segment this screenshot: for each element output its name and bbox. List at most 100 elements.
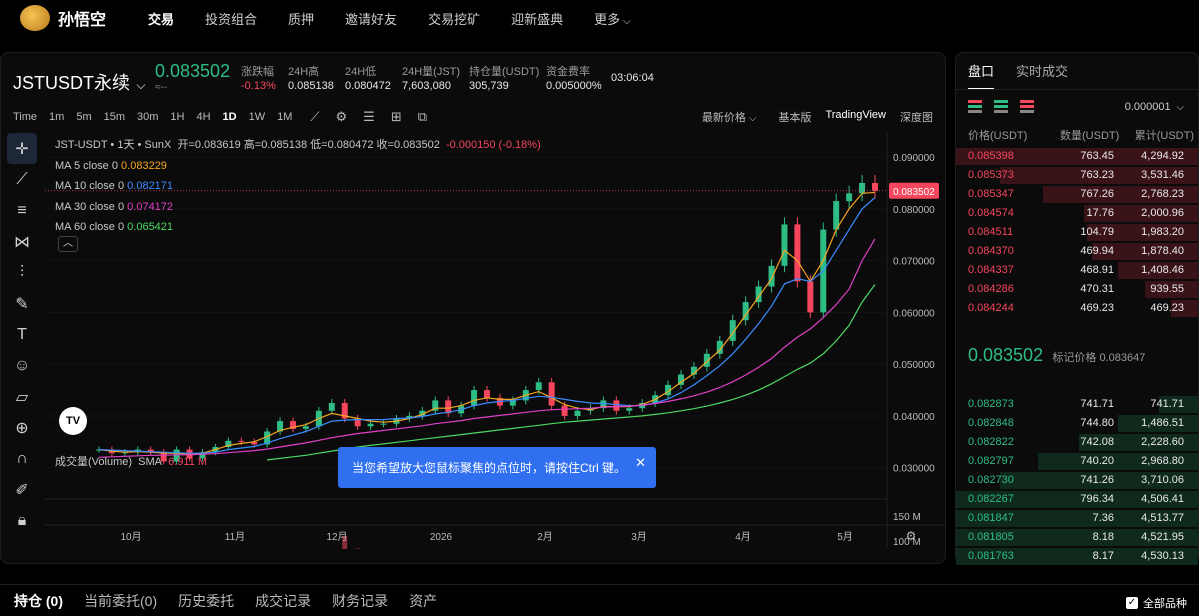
timeframe-1w[interactable]: 1W — [249, 111, 266, 123]
countdown: 03:06:04 — [611, 71, 654, 85]
timeframe-1h[interactable]: 1H — [170, 111, 184, 123]
row-amount: 742.08 — [1080, 436, 1114, 448]
precision-value: 0.000001 — [1124, 101, 1171, 113]
orderbook-row[interactable]: 0.084370 469.94 1,878.40 — [956, 242, 1198, 261]
row-amount: 17.76 — [1086, 207, 1114, 219]
tradingview-logo[interactable]: TV — [59, 407, 87, 435]
nav-item[interactable]: 投资组合 — [205, 9, 257, 28]
timeframe-1m[interactable]: 1m — [49, 111, 64, 123]
view-tab[interactable]: 基本版 — [778, 109, 811, 125]
orderbook-row[interactable]: 0.081763 8.17 4,530.13 — [956, 547, 1198, 566]
orderbook-row[interactable]: 0.085398 763.45 4,294.92 — [956, 147, 1198, 166]
chevron-down-icon: ⌵ — [623, 15, 631, 27]
orderbook-row[interactable]: 0.082822 742.08 2,228.60 — [956, 433, 1198, 452]
fib-icon[interactable]: ⫶ — [7, 257, 37, 288]
both-sides-icon[interactable] — [968, 100, 982, 114]
ma-value: 0.074172 — [127, 200, 174, 213]
close-icon[interactable]: ✕ — [635, 455, 646, 471]
bottom-tab[interactable]: 当前委托(0) — [84, 591, 157, 611]
timeframe-15m[interactable]: 15m — [104, 111, 125, 123]
magnet-icon[interactable]: ∩ — [7, 443, 37, 474]
stat-label: 24H高 — [288, 66, 320, 78]
candle-body — [238, 440, 245, 442]
stat-value: 0.005000% — [546, 80, 602, 92]
orderbook-row[interactable]: 0.082730 741.26 3,710.06 — [956, 471, 1198, 490]
settings-icon[interactable]: ⚙ — [336, 109, 348, 125]
trendline-icon[interactable]: ⟋ — [7, 164, 37, 195]
orderbook-row[interactable]: 0.081805 8.18 4,521.95 — [956, 528, 1198, 547]
logo[interactable]: 孙悟空 — [20, 5, 130, 31]
orderbook-tab[interactable]: 盘口 — [968, 61, 995, 90]
timeframe-5m[interactable]: 5m — [76, 111, 91, 123]
indicators-icon[interactable]: ☰ — [363, 109, 375, 125]
orderbook-row[interactable]: 0.084574 17.76 2,000.96 — [956, 204, 1198, 223]
nav-item[interactable]: 交易 — [148, 9, 174, 28]
timeframe-1d[interactable]: 1D — [223, 111, 237, 123]
ticker-stat: 持仓量(USDT) 305,739 — [469, 65, 539, 93]
price-tick-label: 0.050000 — [893, 360, 935, 371]
emoji-icon[interactable]: ☺ — [7, 350, 37, 381]
bottom-tab[interactable]: 历史委托 — [178, 591, 234, 611]
precision-select[interactable]: 0.000001 ⌵ — [1125, 101, 1184, 113]
pattern-icon[interactable]: ⋈ — [7, 226, 37, 257]
view-tab[interactable]: 深度图 — [900, 109, 933, 125]
nav-item[interactable]: 邀请好友 — [345, 9, 397, 28]
lock-icon[interactable]: 🔒︎ — [7, 505, 37, 536]
brush-icon[interactable]: ✎ — [7, 288, 37, 319]
nav-item[interactable]: 迎新盛典 — [511, 9, 563, 28]
orderbook-row[interactable]: 0.085373 763.23 3,531.46 — [956, 166, 1198, 185]
screenshot-icon[interactable]: ⧉ — [418, 109, 427, 125]
volume-label: 成交量(Volume) — [55, 456, 133, 468]
ruler-icon[interactable]: ▱ — [7, 381, 37, 412]
bottom-tab[interactable]: 资产 — [409, 591, 437, 611]
candle-body — [509, 400, 516, 406]
row-price: 0.082848 — [968, 417, 1014, 429]
orderbook-row[interactable]: 0.082873 741.71 741.71 — [956, 395, 1198, 414]
orderbook-row[interactable]: 0.082848 744.80 1,486.51 — [956, 414, 1198, 433]
orderbook-row[interactable]: 0.082797 740.20 2,968.80 — [956, 452, 1198, 471]
nav-item[interactable]: 更多 ⌵ — [594, 9, 631, 28]
orderbook-row[interactable]: 0.084337 468.91 1,408.46 — [956, 261, 1198, 280]
candle-body — [302, 426, 309, 429]
row-amount: 469.23 — [1080, 302, 1114, 314]
orderbook-row[interactable]: 0.084511 104.79 1,983.20 — [956, 223, 1198, 242]
orderbook-row[interactable]: 0.085347 767.26 2,768.23 — [956, 185, 1198, 204]
view-tab[interactable]: TradingView — [825, 109, 886, 125]
horizontal-lines-icon[interactable]: ≡ — [7, 195, 37, 226]
nav-item[interactable]: 质押 — [288, 9, 314, 28]
nav-item[interactable]: 交易挖矿 — [428, 9, 480, 28]
all-symbols-toggle[interactable]: ✓ 全部品种 — [1126, 595, 1187, 611]
collapse-legend-button[interactable]: ︿ — [58, 236, 78, 252]
bottom-tab[interactable]: 持仓 (0) — [14, 591, 63, 611]
lock-drawing-icon[interactable]: ✐ — [7, 474, 37, 505]
orderbook-panel: 盘口 实时成交 0.000001 ⌵ 价格(USDT) 数量(USDT) 累计(U… — [955, 52, 1199, 566]
orderbook-tab[interactable]: 实时成交 — [1016, 61, 1068, 90]
bottom-tab[interactable]: 成交记录 — [255, 591, 311, 611]
crosshair-icon[interactable]: ✛ — [7, 133, 37, 164]
row-amount: 741.71 — [1080, 398, 1114, 410]
bottom-tab[interactable]: 财务记录 — [332, 591, 388, 611]
ma-legend-row: MA 5 close 0 0.083229 — [55, 156, 541, 177]
row-amount: 796.34 — [1080, 493, 1114, 505]
orderbook-row[interactable]: 0.081847 7.36 4,513.77 — [956, 509, 1198, 528]
orderbook-row[interactable]: 0.084286 470.31 939.55 — [956, 280, 1198, 299]
price-tick-label: 0.080000 — [893, 205, 935, 216]
text-icon[interactable]: T — [7, 319, 37, 350]
orderbook-row[interactable]: 0.082267 796.34 4,506.41 — [956, 490, 1198, 509]
orderbook-row[interactable]: 0.084244 469.23 469.23 — [956, 299, 1198, 318]
zoom-in-icon[interactable]: ⊕ — [7, 412, 37, 443]
bids-only-icon[interactable] — [994, 100, 1008, 114]
candle-body — [535, 382, 542, 391]
timeframe-30m[interactable]: 30m — [137, 111, 158, 123]
symbol-selector[interactable]: JSTUSDT永续 ⌵ — [13, 69, 145, 95]
settings-icon[interactable]: ⚙ — [906, 529, 917, 543]
timeframe-time[interactable]: Time — [13, 111, 37, 123]
line-chart-icon[interactable]: ⟋ — [310, 109, 319, 125]
asks-only-icon[interactable] — [1020, 100, 1034, 114]
ma-label: MA 30 close 0 — [55, 200, 125, 213]
timeframe-4h[interactable]: 4H — [196, 111, 210, 123]
timeframe-1m[interactable]: 1M — [277, 111, 292, 123]
compare-icon[interactable]: ⊞ — [391, 109, 402, 125]
row-amount: 740.20 — [1080, 455, 1114, 467]
price-mode-select[interactable]: 最新价格 ⌵ — [702, 109, 757, 125]
